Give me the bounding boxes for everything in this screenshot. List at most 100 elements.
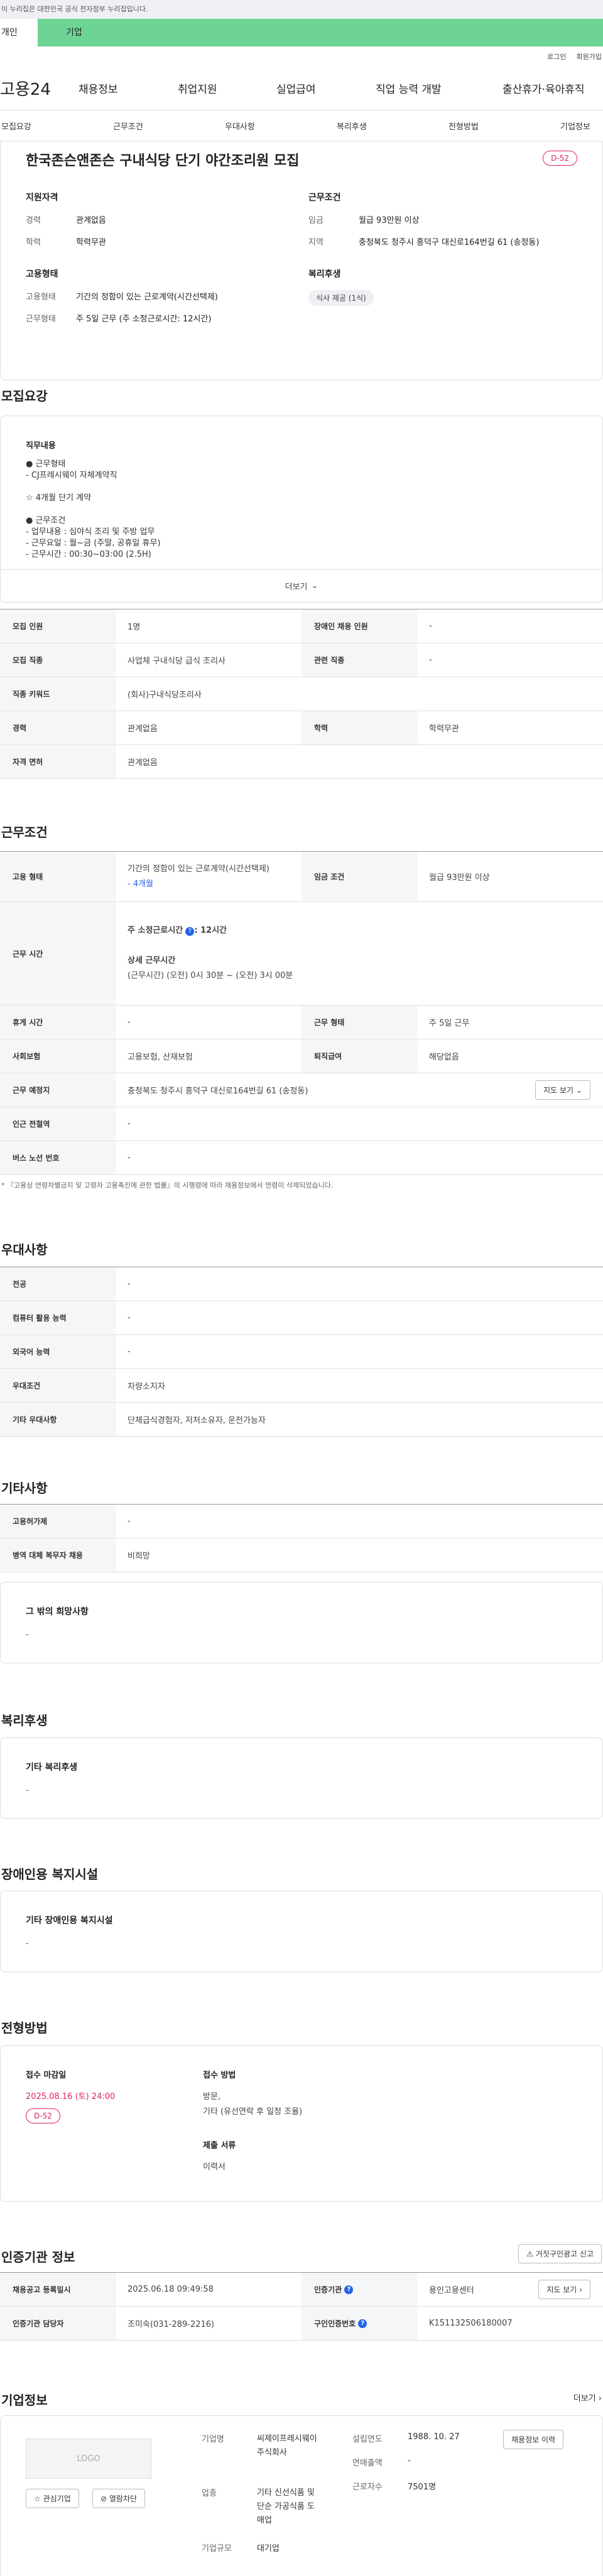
disabled-facility-title: 기타 장애인용 복지시설 [26, 1916, 113, 1926]
documents-value: 이력서 [203, 2162, 225, 2172]
favorite-company-button[interactable]: ☆ 관심기업 [26, 2489, 79, 2508]
employees-label: 근로자수 [352, 2482, 383, 2492]
star-icon: ☆ [34, 2494, 41, 2503]
employment-type-cell: 기간의 정함이 있는 근로계약(시간선택제) - 4개월 [116, 862, 302, 892]
gnb-item-employment-support[interactable]: 취업지원 [178, 80, 217, 96]
more-label: 더보기 [285, 582, 308, 592]
gnb-item-jobs[interactable]: 채용정보 [79, 80, 118, 96]
recruit-section-title: 모집요강 [1, 389, 48, 404]
disabled-count-label: 장애인 채용 인원 [302, 609, 418, 643]
other-preference-value: 단체급식경험자, 저처소유자, 운전가능자 [128, 1416, 266, 1425]
false-ad-report-button[interactable]: ⚠ 거짓구인광고 신고 [518, 2244, 602, 2263]
etc-section-title: 기타사항 [1, 1481, 48, 1496]
employment-type-label: 고용 형태 [0, 852, 116, 901]
severance-value: 해당없음 [429, 1053, 459, 1062]
other-wishes-box: 그 밖의 희망사항 - [0, 1582, 603, 1663]
company-name-value: 씨제이프레시웨이주식회사 [257, 2432, 317, 2460]
contract-period-link[interactable]: - 4개월 [128, 877, 302, 892]
agency-map-label: 지도 보기 [546, 2285, 577, 2294]
false-ad-report-label: 거짓구인광고 신고 [535, 2250, 594, 2258]
company-section-title: 기업정보 [1, 2393, 48, 2408]
cert-number-value: K151132506180007 [429, 2319, 513, 2328]
global-nav: 고용24 채용정보 취업지원 실업급여 직업 능력 개발 출산휴가·육아휴직 [0, 67, 603, 110]
site-logo[interactable]: 고용24 [0, 77, 79, 100]
company-name-label: 기업명 [202, 2435, 224, 2444]
preferred-condition-value: 차량소지자 [128, 1382, 165, 1392]
industry-line-1: 기타 신선식품 및 [257, 2488, 315, 2498]
map-view-button[interactable]: 지도 보기 ⌄ [535, 1080, 590, 1100]
dday-badge: D-52 [543, 151, 577, 166]
block-view-label: 열람차단 [109, 2494, 138, 2503]
job-description-title: 직무내용 [26, 441, 56, 451]
post-date-label: 채용공고 등록일시 [0, 2273, 116, 2306]
job-description-line: - 근무요일 : 월~금 (주말, 공휴일 휴무) [26, 539, 161, 548]
method-label: 접수 방법 [203, 2071, 236, 2080]
tab-preferences[interactable]: 우대사항 [225, 120, 255, 132]
gnb-item-job-training[interactable]: 직업 능력 개발 [376, 80, 442, 96]
method-value-1: 방문, [203, 2092, 221, 2101]
preference-section-title: 우대사항 [1, 1242, 48, 1257]
tab-company-info[interactable]: 기업정보 [560, 120, 590, 132]
welfare-box-value: - [26, 1786, 29, 1795]
work-condition-block: 근무조건 임금 월급 93만원 이상 지역 충청북도 청주시 흥덕구 대신로164번… [308, 191, 539, 257]
job-keyword-label: 직종 키워드 [0, 677, 116, 711]
gnb-item-unemployment-benefit[interactable]: 실업급여 [276, 80, 316, 96]
gov-notice-bar: 이 누리집은 대한민국 공식 전자정부 누리집입니다. [0, 0, 603, 19]
process-dday-badge: D-52 [26, 2108, 60, 2123]
cert-number-label: 구인인증번호 ? [302, 2307, 418, 2340]
industry-line-3: 매업 [257, 2516, 272, 2525]
break-time-label: 휴게 시간 [0, 1006, 116, 1039]
founded-value: 1988. 10. 27 [408, 2432, 460, 2442]
tab-recruit[interactable]: 모집요강 [1, 120, 31, 132]
signup-link[interactable]: 회원가입 [577, 51, 602, 62]
post-date-value: 2025.06.18 09:49:58 [128, 2285, 214, 2294]
company-more-link[interactable]: 더보기 › [573, 2391, 602, 2403]
tab-work-conditions[interactable]: 근무조건 [113, 120, 143, 132]
tab-welfare[interactable]: 복리후생 [337, 120, 367, 132]
cert-agency-label-text: 인증기관 [314, 2285, 342, 2294]
job-category-value: 사업체 구내식당 급식 조리사 [128, 657, 225, 666]
deadline-value: 2025.08.16 (토) 24:00 [26, 2092, 116, 2101]
disabled-facility-value: - [26, 1939, 29, 1948]
workplace-label: 근무 예정지 [0, 1073, 116, 1107]
favorite-company-label: 관심기업 [43, 2494, 71, 2503]
recruit-table: 모집 인원 1명 장애인 채용 인원 - 모집 직종 사업체 구내식당 급식 조리사 관련… [0, 609, 603, 779]
cert-number-label-text: 구인인증번호 [314, 2319, 356, 2328]
more-button[interactable]: 더보기 ⌄ [1, 569, 602, 602]
career-value: 관계없음 [128, 724, 158, 734]
welfare-summary-block: 복리후생 식사 제공 (1식) [308, 267, 374, 306]
work-table: 고용 형태 기간의 정함이 있는 근로계약(시간선택제) - 4개월 임금 조건… [0, 851, 603, 1175]
region-label: 지역 [308, 238, 323, 247]
job-title: 한국존슨앤존슨 구내식당 단기 야간조리원 모집 [26, 153, 300, 169]
work-type-value: 주 5일 근무 [429, 1019, 470, 1028]
insurance-label: 사회보험 [0, 1039, 116, 1073]
industry-label: 업종 [202, 2489, 217, 2498]
tab-company[interactable]: 기업 [38, 19, 603, 46]
welfare-summary-title: 복리후생 [308, 269, 341, 279]
company-name-line-1: 씨제이프레시웨이 [257, 2434, 317, 2444]
gnb-item-parental-leave[interactable]: 출산휴가·육아휴직 [503, 80, 585, 96]
insurance-value: 고용보험, 산재보험 [128, 1053, 193, 1062]
recruit-count-label: 모집 인원 [0, 609, 116, 643]
tab-personal[interactable]: 개인 [0, 19, 38, 46]
login-link[interactable]: 로그인 [547, 51, 566, 62]
qualification-title: 지원자격 [26, 193, 58, 203]
license-value: 관계없음 [128, 758, 158, 768]
job-history-button[interactable]: 채용정보 이력 [503, 2430, 564, 2449]
method-value: 방문, 기타 (유선연락 후 일정 조율) [203, 2090, 302, 2120]
info-icon[interactable]: ? [344, 2285, 354, 2294]
job-keyword-value: (회사)구내식당조리사 [128, 690, 202, 700]
career-label: 경력 [26, 216, 41, 225]
agency-map-button[interactable]: 지도 보기 › [538, 2280, 590, 2299]
major-label: 전공 [0, 1267, 116, 1301]
info-icon[interactable]: ? [185, 927, 195, 936]
welfare-box-title: 기타 복리후생 [26, 1763, 78, 1773]
info-icon[interactable]: ? [358, 2319, 367, 2328]
company-name-line-2: 주식회사 [257, 2448, 287, 2457]
tab-process[interactable]: 전형방법 [448, 120, 479, 132]
block-view-button[interactable]: ⊘ 열람차단 [92, 2489, 146, 2508]
language-value: - [128, 1347, 131, 1356]
license-label: 자격 면허 [0, 745, 116, 778]
chevron-down-icon: ⌄ [311, 581, 318, 591]
deadline-label: 접수 마감일 [26, 2071, 67, 2080]
